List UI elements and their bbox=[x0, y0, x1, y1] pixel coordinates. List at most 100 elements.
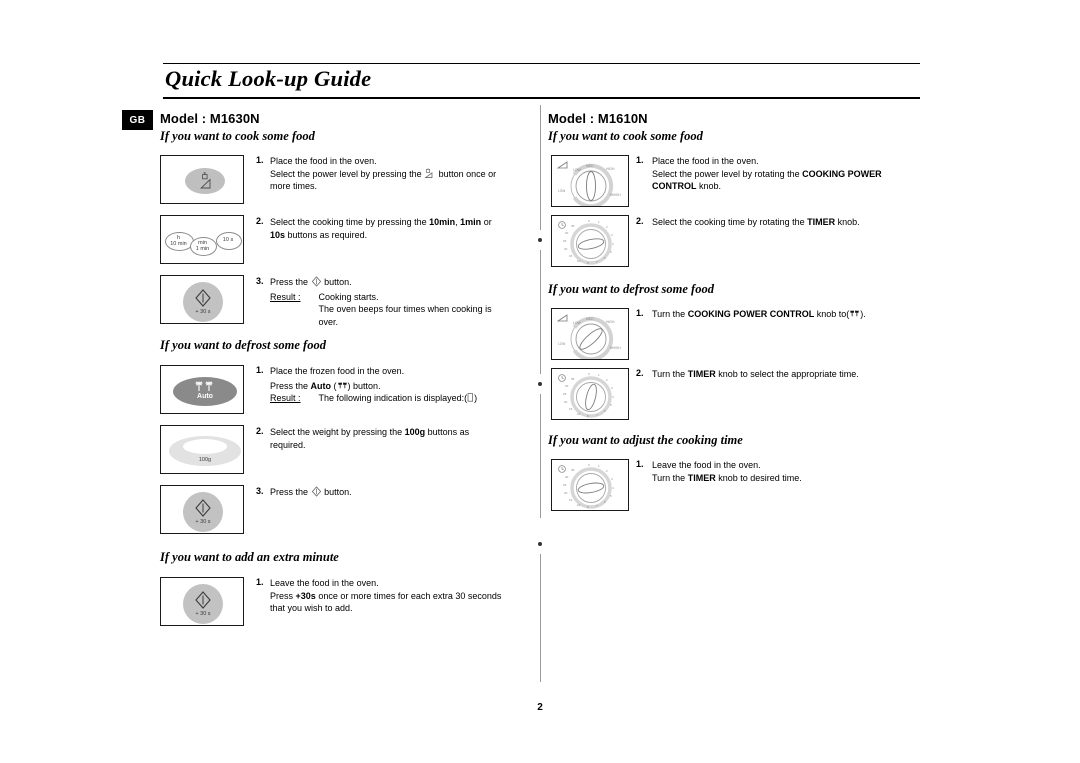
line: ). bbox=[860, 309, 866, 319]
illustration-start-button-defrost: + 30 s bbox=[160, 485, 244, 534]
divider-segment bbox=[540, 250, 541, 374]
line: Select the power level by rotating the bbox=[652, 168, 800, 179]
step-text-r-cook-2: Select the cooking time by rotating the … bbox=[652, 216, 932, 229]
defrost-icon bbox=[195, 381, 213, 391]
right-model-heading: Model : M1610N bbox=[548, 111, 648, 126]
svg-text:LOW: LOW bbox=[573, 321, 582, 325]
svg-text:10: 10 bbox=[577, 503, 581, 507]
step-text-cook-3: Press the button. Result : Cooking start… bbox=[270, 276, 536, 328]
illustration-start-button-cook: + 30 s bbox=[160, 275, 244, 324]
line: knob. bbox=[699, 181, 722, 192]
emphasis-1min: 1min bbox=[460, 217, 482, 227]
title-rule-top bbox=[163, 63, 920, 64]
svg-text:4: 4 bbox=[612, 486, 614, 490]
emphasis-cooking-power: COOKING POWER bbox=[802, 168, 882, 179]
emphasis-timer: TIMER bbox=[687, 472, 716, 483]
emphasis-timer: TIMER bbox=[687, 369, 716, 379]
line: over. bbox=[318, 316, 339, 327]
svg-text:LOW: LOW bbox=[558, 342, 565, 346]
svg-text:3: 3 bbox=[611, 477, 613, 481]
line: Turn the bbox=[652, 472, 686, 483]
emphasis-cooking-power-control: COOKING POWER CONTROL bbox=[687, 309, 815, 319]
line: The following indication is displayed:( bbox=[318, 393, 468, 404]
svg-text:LOW: LOW bbox=[573, 168, 582, 172]
line: buttons as bbox=[427, 427, 470, 437]
step-number: 2. bbox=[636, 216, 644, 226]
left-section-heading-defrost: If you want to defrost some food bbox=[160, 338, 326, 352]
svg-text:LOW: LOW bbox=[558, 189, 565, 193]
line: Cooking starts. bbox=[318, 291, 379, 302]
weight-key-inner-shape bbox=[183, 439, 227, 454]
step-text-defrost-2: Select the weight by pressing the 100g b… bbox=[270, 426, 536, 451]
start-icon bbox=[195, 591, 211, 609]
svg-text:5: 5 bbox=[610, 250, 612, 254]
defrost-icon-inline bbox=[337, 382, 347, 388]
svg-text:10: 10 bbox=[577, 259, 581, 263]
result-block: Result : The following indication is dis… bbox=[270, 392, 536, 405]
svg-text:2: 2 bbox=[606, 378, 608, 382]
emphasis-10min: 10min bbox=[429, 217, 456, 227]
emphasis-auto: Auto bbox=[310, 380, 332, 391]
step-number: 2. bbox=[256, 216, 264, 226]
line: knob to( bbox=[816, 309, 850, 319]
title-rule-bottom bbox=[163, 97, 920, 99]
svg-text:20: 20 bbox=[564, 247, 568, 251]
step-number: 3. bbox=[256, 486, 264, 496]
weight-key-label: 100g bbox=[198, 457, 212, 463]
illustration-time-buttons: h 10 min min 1 min 10 s bbox=[160, 215, 244, 264]
page-canvas: Quick Look-up Guide GB Model : M1630N If… bbox=[0, 0, 1080, 763]
line: Turn the bbox=[652, 309, 686, 319]
step-text-defrost-1: Place the frozen food in the oven. Press… bbox=[270, 365, 536, 405]
left-model-heading: Model : M1630N bbox=[160, 111, 260, 126]
svg-text:2: 2 bbox=[606, 469, 608, 473]
left-section-heading-cook: If you want to cook some food bbox=[160, 129, 315, 143]
start-icon-inline bbox=[311, 276, 321, 287]
emphasis-100g: 100g bbox=[404, 427, 426, 437]
time-key-10min-label-bottom: 10 min bbox=[170, 241, 187, 247]
step-text-r-defrost-2: Turn the TIMER knob to select the approp… bbox=[652, 368, 942, 381]
line: Press the bbox=[270, 380, 309, 391]
divider-dot bbox=[538, 542, 542, 546]
line: buttons as required. bbox=[287, 229, 368, 240]
illustration-cooking-power-knob-2: LOW MED HIGH LOW MHIGH bbox=[551, 308, 629, 360]
line: required. bbox=[270, 439, 306, 450]
svg-text:25: 25 bbox=[563, 392, 567, 396]
line: Select the cooking time by rotating the bbox=[652, 217, 805, 227]
result-label: Result : bbox=[270, 291, 301, 302]
svg-text:15: 15 bbox=[569, 498, 573, 502]
step-number: 1. bbox=[256, 577, 264, 587]
divider-segment bbox=[540, 554, 541, 682]
line: more times. bbox=[270, 181, 318, 192]
svg-text:MHIGH: MHIGH bbox=[610, 193, 621, 197]
svg-text:1: 1 bbox=[598, 220, 600, 224]
auto-key-label: Auto bbox=[197, 393, 213, 400]
svg-text:30: 30 bbox=[565, 384, 569, 388]
divider-dot bbox=[538, 382, 542, 386]
step-text-cook-2: Select the cooking time by pressing the … bbox=[270, 216, 536, 241]
svg-text:25: 25 bbox=[563, 239, 567, 243]
svg-text:3: 3 bbox=[611, 386, 613, 390]
line: button. bbox=[324, 487, 352, 497]
divider-dot bbox=[538, 238, 542, 242]
svg-text:15: 15 bbox=[569, 254, 573, 258]
line: button once or bbox=[438, 168, 497, 179]
illustration-start-button-extra: + 30 s bbox=[160, 577, 244, 626]
svg-text:5: 5 bbox=[610, 403, 612, 407]
illustration-power-level-button bbox=[160, 155, 244, 204]
step-text-r-adjust-1: Leave the food in the oven. Turn the TIM… bbox=[652, 459, 942, 484]
cooking-power-icon-inline bbox=[424, 167, 433, 178]
step-number: 1. bbox=[636, 155, 644, 165]
emphasis-10s: 10s bbox=[270, 229, 286, 240]
svg-text:35: 35 bbox=[571, 468, 575, 472]
locale-badge: GB bbox=[122, 110, 153, 130]
result-text: Cooking starts. The oven beeps four time… bbox=[319, 291, 519, 329]
timer-knob-icon: 0 12 345 678 101520 253035 bbox=[558, 372, 614, 418]
emphasis-control: CONTROL bbox=[652, 181, 697, 192]
svg-text:HIGH: HIGH bbox=[606, 320, 615, 324]
step-number: 2. bbox=[256, 426, 264, 436]
line: Leave the food in the oven. bbox=[652, 460, 761, 470]
divider-segment bbox=[540, 105, 541, 230]
line: Press the bbox=[270, 277, 309, 287]
result-block: Result : Cooking starts. The oven beeps … bbox=[270, 291, 536, 329]
step-number: 1. bbox=[636, 459, 644, 469]
